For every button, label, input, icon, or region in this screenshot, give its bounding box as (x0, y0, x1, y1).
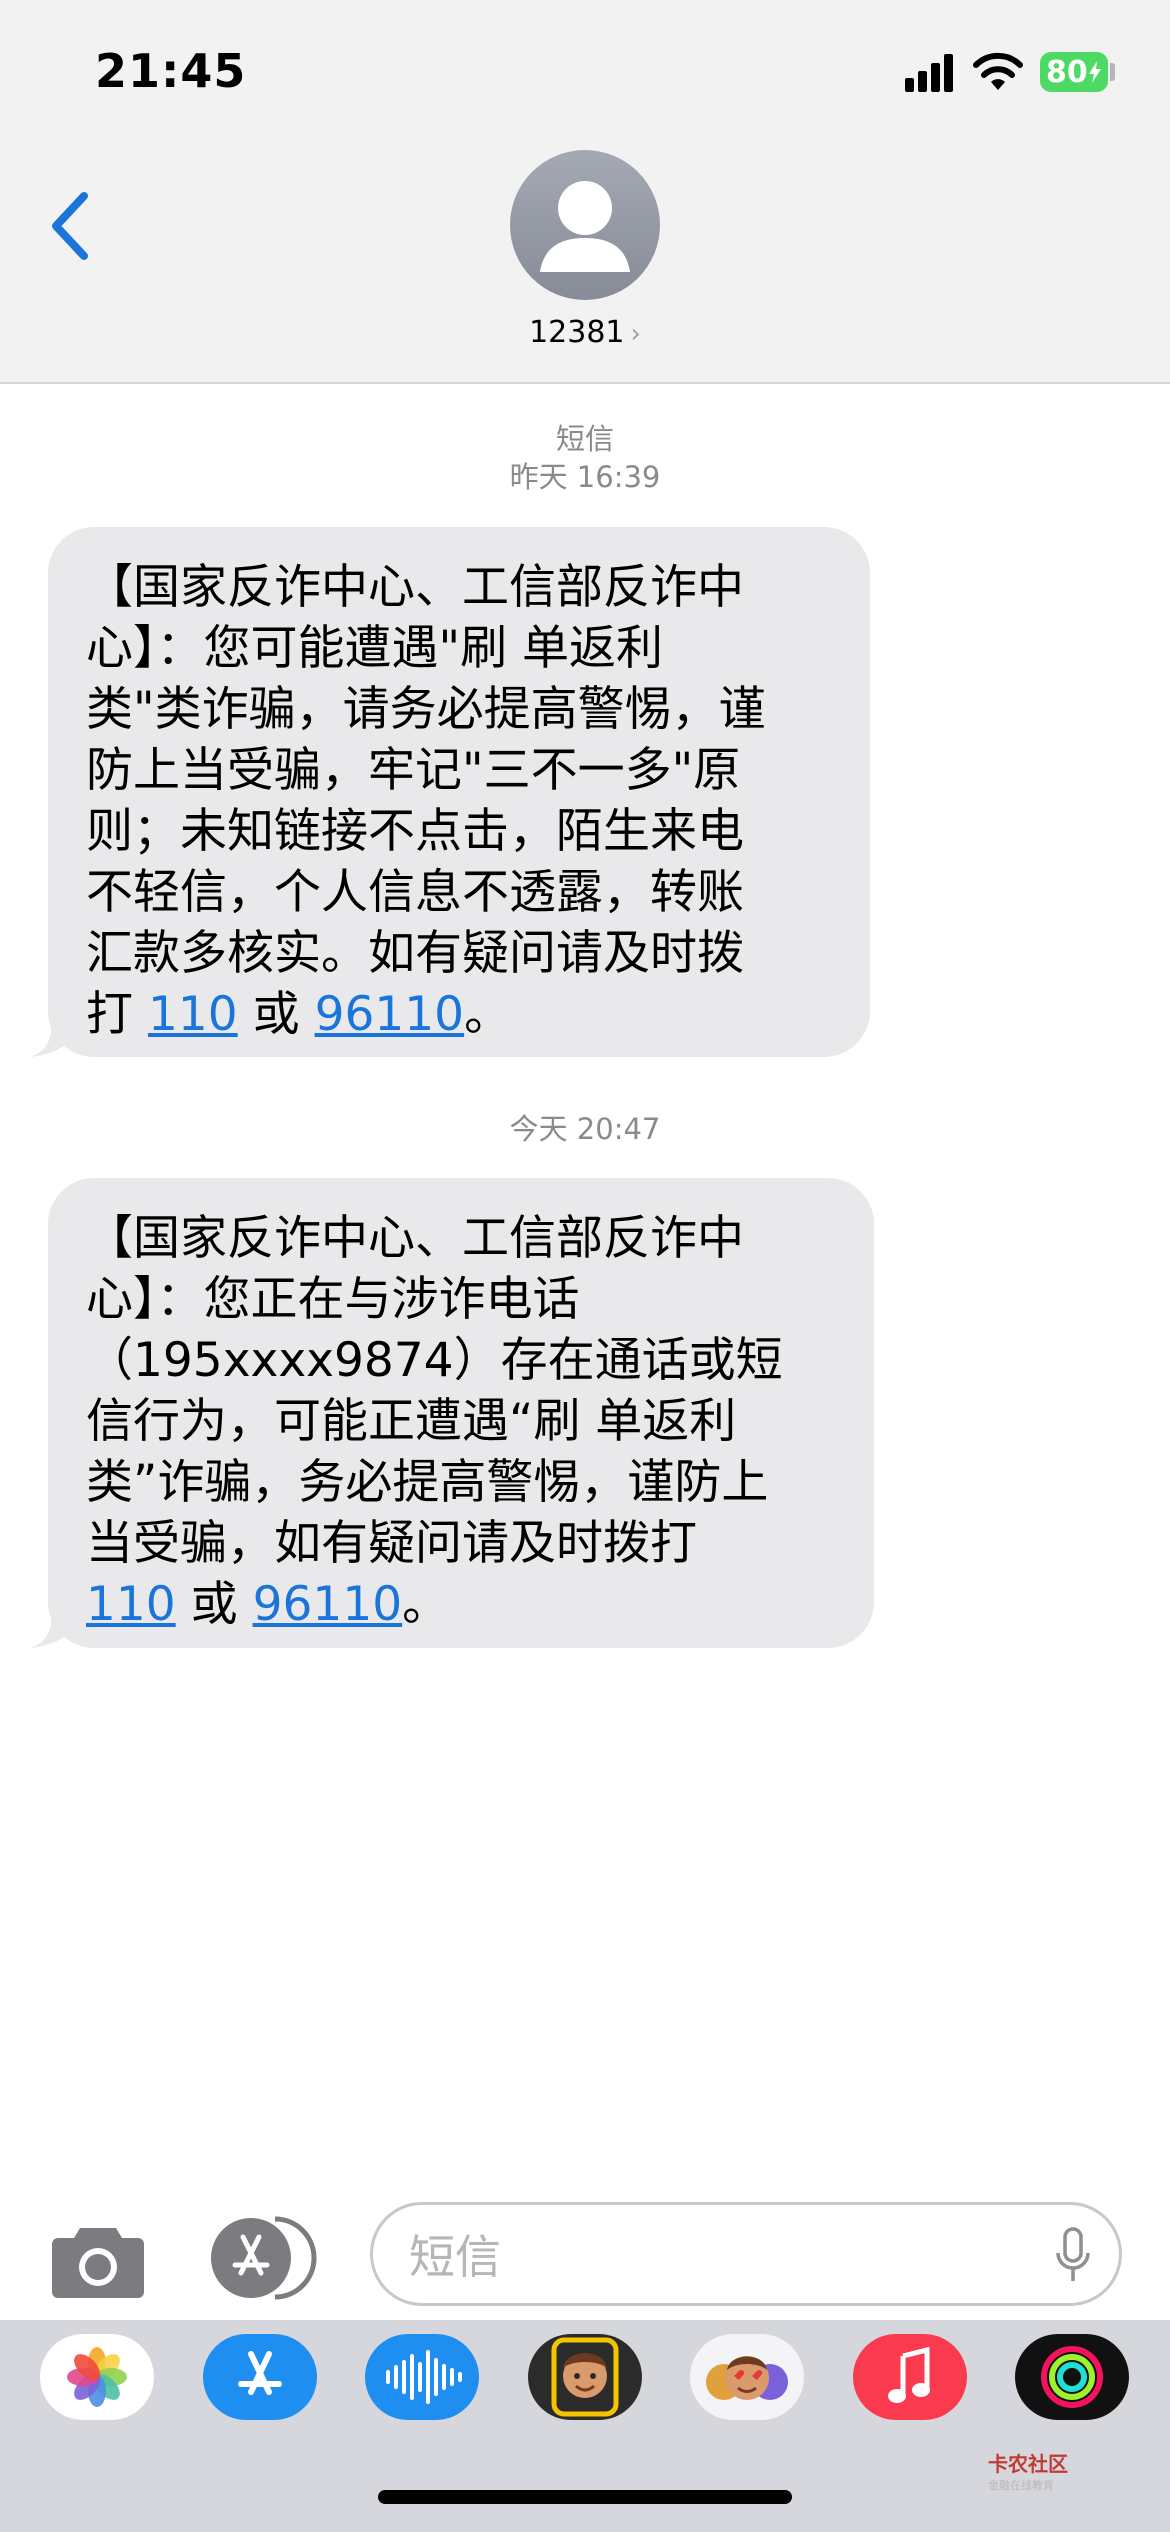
message-body-1: 【国家反诈中心、工信部反诈中 心】：您可能遭遇"刷 单返利 类"类诈骗，请务必提… (86, 560, 766, 1042)
phone-link-96110[interactable]: 96110 (253, 1577, 403, 1632)
microphone-icon[interactable] (1055, 2227, 1091, 2283)
music-icon[interactable] (853, 2334, 967, 2420)
battery-level: 80 (1046, 54, 1088, 90)
cellular-signal-icon (905, 52, 955, 92)
contact-number: 12381 (529, 315, 625, 350)
conversation-header: 21:45 80 12381 › (0, 0, 1170, 384)
battery-cap (1110, 63, 1115, 81)
animoji-stickers-icon[interactable] (690, 2334, 804, 2420)
message-body-2: 【国家反诈中心、工信部反诈中 心】：您正在与涉诈电话 （195xxxx9874）… (86, 1211, 783, 1571)
message-conjunction-2: 或 (175, 1577, 253, 1632)
message-end-2: 。 (402, 1577, 450, 1632)
memoji-icon[interactable] (528, 2334, 642, 2420)
battery-indicator: 80 (1040, 52, 1108, 92)
phone-link-110[interactable]: 110 (148, 987, 238, 1042)
wifi-icon (973, 52, 1023, 90)
service-label: 短信 (555, 422, 614, 456)
timestamp-2: 今天 20:47 (509, 1112, 661, 1146)
bubble-tail (30, 1608, 78, 1648)
phone-link-110[interactable]: 110 (86, 1577, 176, 1632)
watermark-subtitle: 金融在线教育 (988, 2479, 1054, 2492)
message-end-1: 。 (464, 987, 512, 1042)
phone-link-96110[interactable]: 96110 (315, 987, 465, 1042)
contact-name[interactable]: 12381 › (0, 315, 1170, 350)
watermark: 卡农社区 金融在线教育 (988, 2448, 1068, 2493)
home-indicator[interactable] (378, 2490, 792, 2504)
status-bar-time: 21:45 (95, 44, 247, 98)
audio-message-icon[interactable] (365, 2334, 479, 2420)
message-input[interactable]: 短信 (370, 2202, 1122, 2306)
person-icon (540, 181, 630, 272)
chevron-right-icon: › (630, 319, 641, 349)
message-bubble-2[interactable]: 【国家反诈中心、工信部反诈中 心】：您正在与涉诈电话 （195xxxx9874）… (30, 1178, 874, 1648)
message-bubble-1[interactable]: 【国家反诈中心、工信部反诈中 心】：您可能遭遇"刷 单返利 类"类诈骗，请务必提… (30, 527, 870, 1057)
message-composer: 短信 (0, 2190, 1170, 2320)
message-conjunction-1: 或 (237, 987, 315, 1042)
bubble-tail (30, 1017, 78, 1057)
watermark-title: 卡农社区 (988, 2452, 1068, 2476)
contact-avatar[interactable] (510, 150, 660, 300)
app-store-icon[interactable] (205, 2215, 320, 2301)
charging-bolt-icon (1088, 61, 1101, 83)
message-text-1: 【国家反诈中心、工信部反诈中 心】：您可能遭遇"刷 单返利 类"类诈骗，请务必提… (86, 557, 832, 1045)
message-text-2: 【国家反诈中心、工信部反诈中 心】：您正在与涉诈电话 （195xxxx9874）… (86, 1208, 836, 1635)
app-store-icon[interactable] (203, 2334, 317, 2420)
timestamp-1: 昨天 16:39 (509, 460, 661, 494)
activity-icon[interactable] (1015, 2334, 1129, 2420)
camera-icon[interactable] (50, 2220, 146, 2300)
message-input-placeholder: 短信 (409, 2230, 501, 2284)
back-button[interactable] (46, 190, 96, 262)
photos-icon[interactable] (40, 2334, 154, 2420)
